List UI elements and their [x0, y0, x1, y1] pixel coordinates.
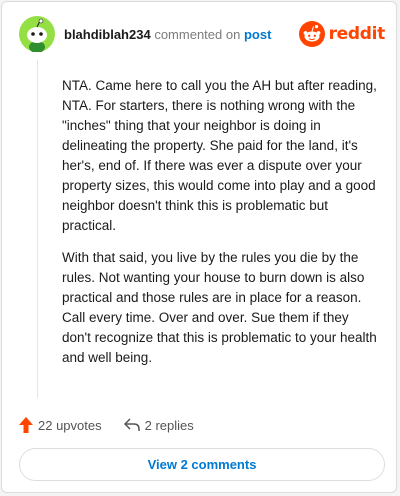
upvotes-count[interactable]: 22 upvotes: [19, 417, 102, 433]
thread-line[interactable]: [37, 60, 38, 398]
reddit-snoo-icon: [298, 21, 325, 47]
upvote-arrow-icon: [19, 417, 33, 433]
action-text: commented on: [154, 27, 241, 42]
replies-label: 2 replies: [144, 417, 194, 433]
comment-paragraph: NTA. Came here to call you the AH but af…: [62, 78, 377, 233]
replies-count[interactable]: 2 replies: [123, 417, 194, 433]
view-comments-button[interactable]: View 2 comments: [19, 448, 385, 481]
comment-paragraph: With that said, you live by the rules yo…: [62, 250, 377, 365]
reply-arrow-icon: [123, 418, 140, 431]
user-avatar[interactable]: [19, 16, 55, 52]
upvotes-label: 22 upvotes: [38, 417, 102, 433]
comment-byline: blahdiblah234 commented on post: [64, 27, 271, 42]
post-link[interactable]: post: [244, 27, 271, 42]
comment-embed-card: blahdiblah234 commented on post reddit N…: [1, 1, 397, 493]
comment-header: blahdiblah234 commented on post reddit: [19, 16, 385, 56]
reddit-logo[interactable]: reddit: [298, 21, 386, 47]
reddit-wordmark: reddit: [328, 24, 386, 44]
comment-footer: 22 upvotes 2 replies: [19, 415, 194, 435]
comment-body: NTA. Came here to call you the AH but af…: [62, 76, 380, 380]
username-link[interactable]: blahdiblah234: [64, 27, 151, 42]
